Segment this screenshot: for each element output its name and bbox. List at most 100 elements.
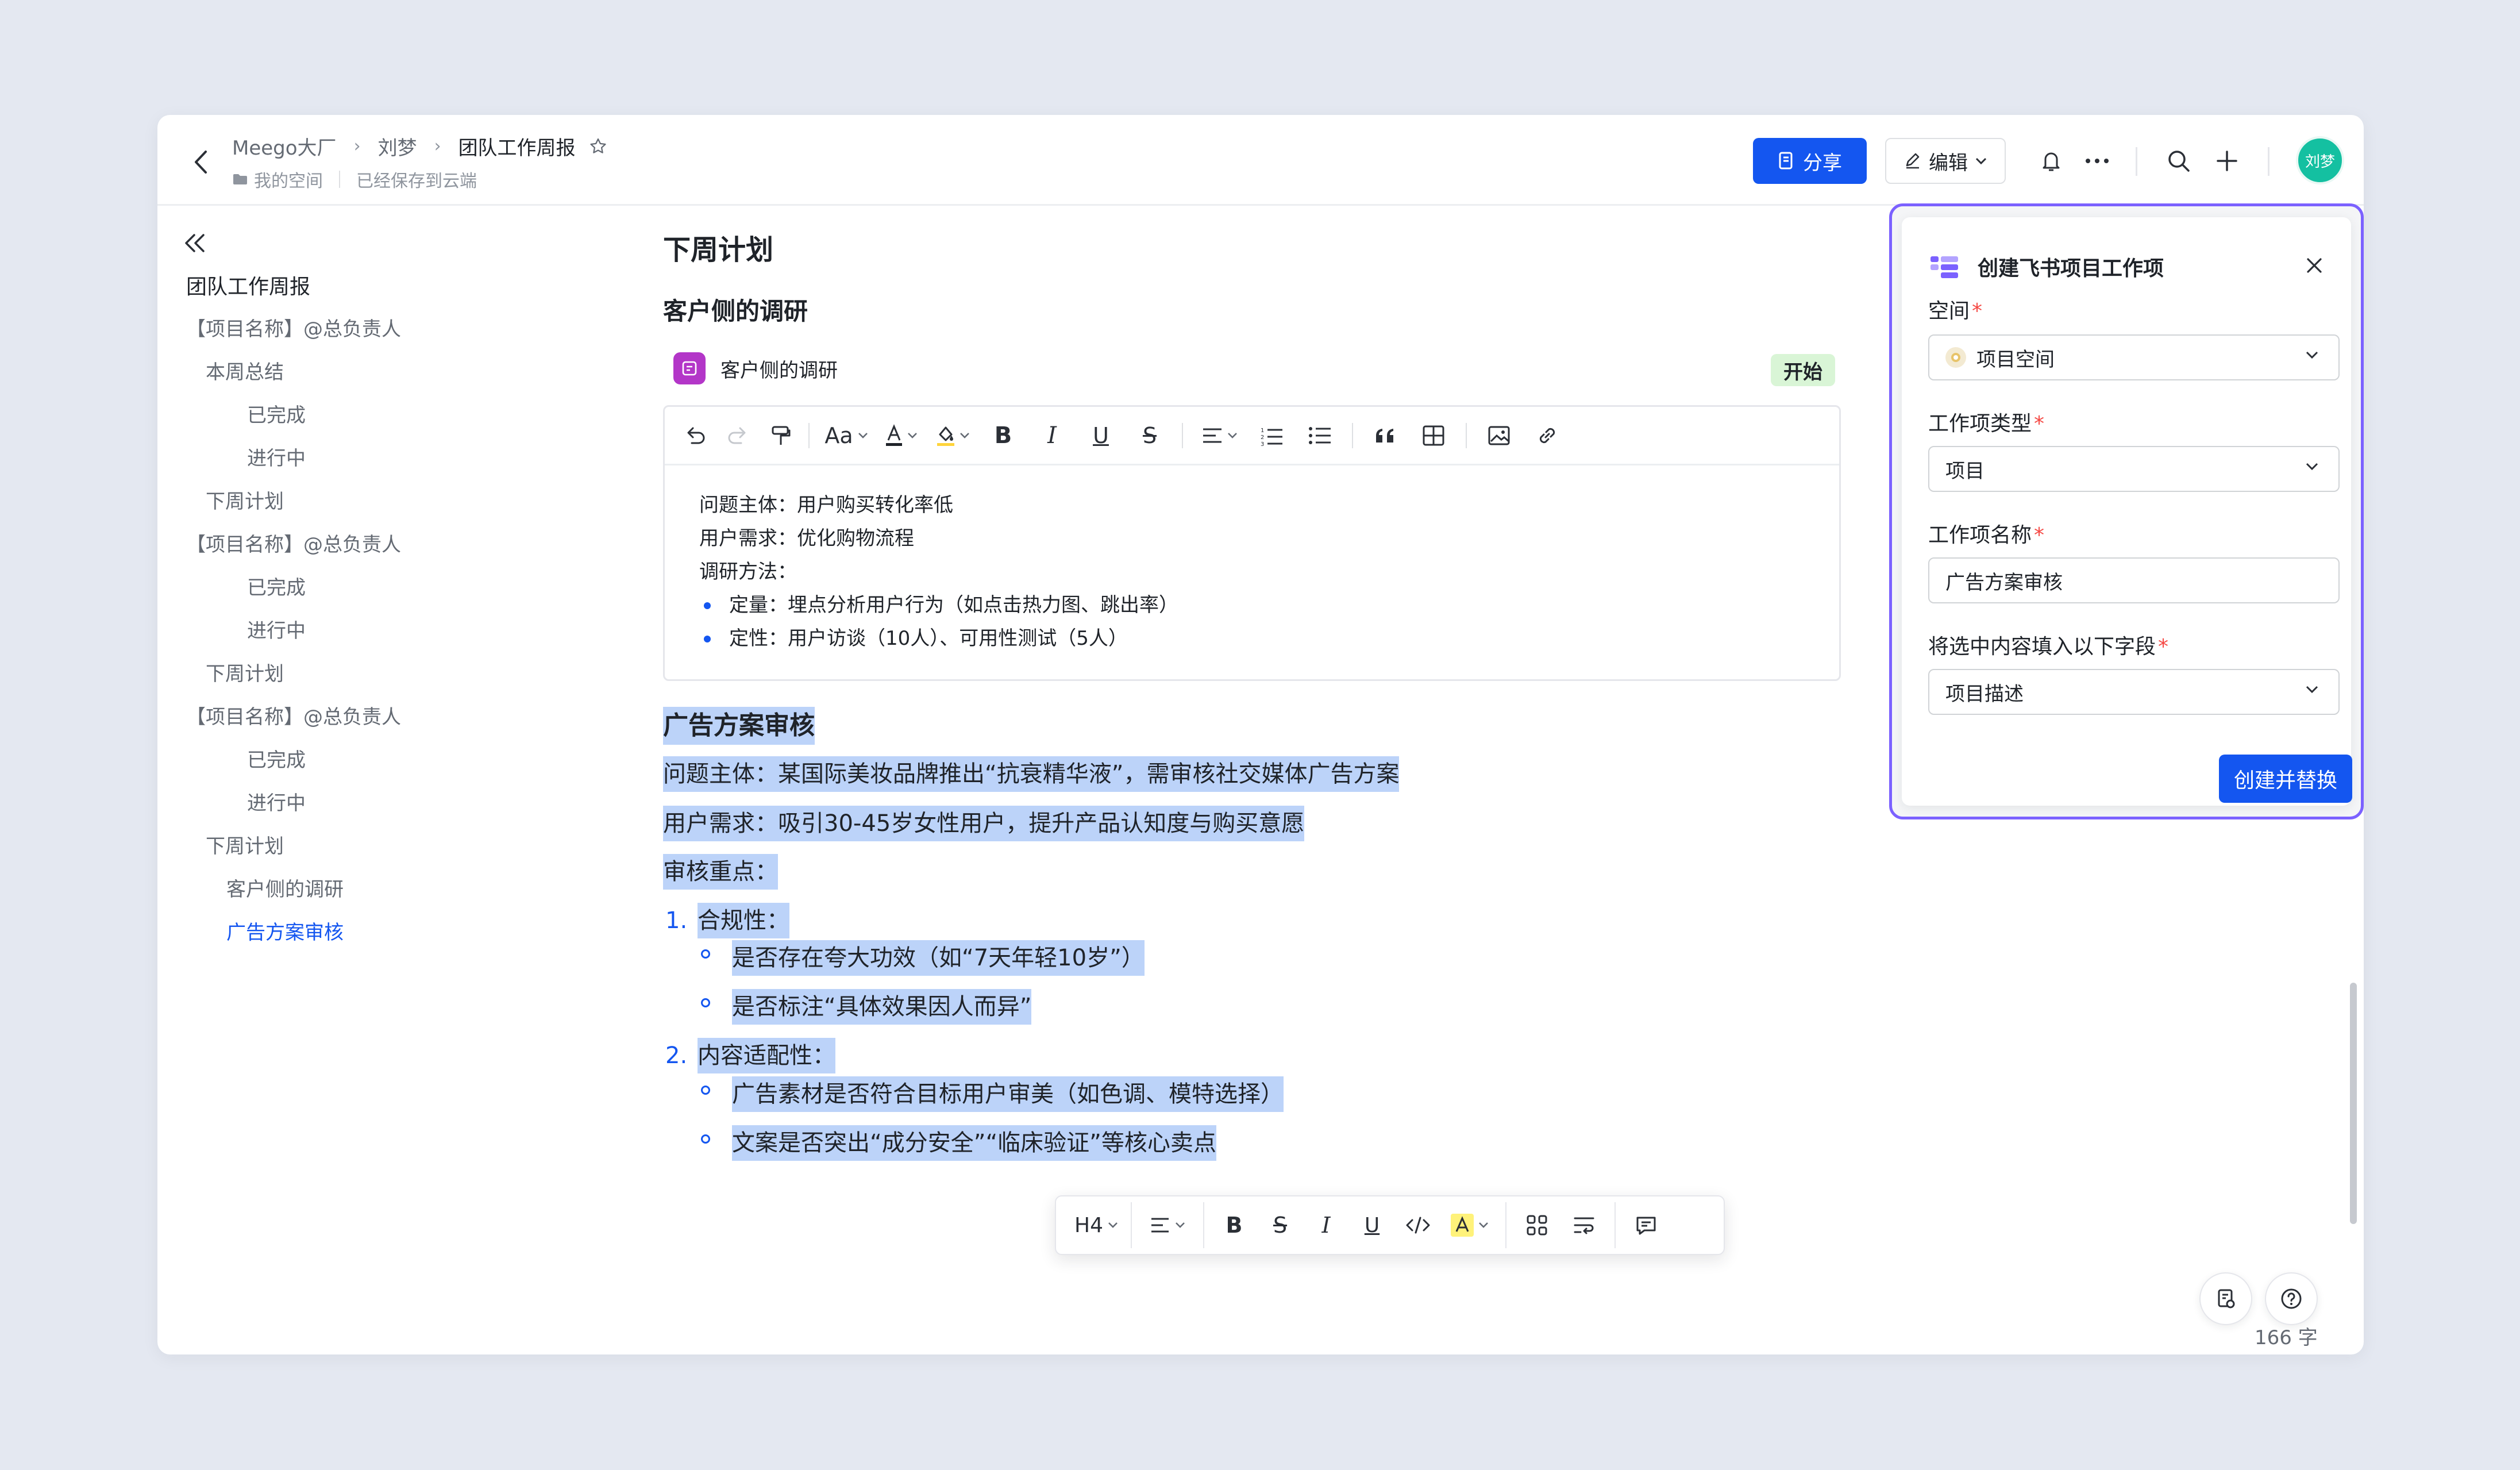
search-icon[interactable]	[2161, 144, 2196, 178]
link-icon[interactable]	[1523, 418, 1571, 453]
outline-item[interactable]: 进行中	[247, 615, 306, 643]
highlight-icon	[937, 426, 954, 446]
star-icon[interactable]	[588, 137, 608, 156]
text-wrap-icon[interactable]	[1560, 1208, 1608, 1242]
italic-icon[interactable]: I	[1303, 1208, 1349, 1242]
list-item[interactable]: 是否存在夸大功效（如“7天年轻10岁”）	[732, 940, 1145, 976]
outline-item[interactable]: 【项目名称】@总负责人	[186, 701, 401, 729]
image-icon[interactable]	[1475, 418, 1523, 453]
chevron-down-icon	[1176, 1222, 1185, 1228]
bold-icon[interactable]: B	[978, 418, 1028, 453]
outline-item[interactable]: 下周计划	[206, 658, 284, 686]
bold-icon[interactable]: B	[1211, 1208, 1257, 1242]
selected-paragraph[interactable]: 用户需求：吸引30-45岁女性用户，提升产品认知度与购买意愿	[663, 806, 1305, 841]
table-icon[interactable]	[1409, 418, 1458, 453]
bullet-list-icon[interactable]	[1296, 418, 1344, 453]
heading-level-label: H4	[1074, 1213, 1103, 1237]
share-label: 分享	[1803, 151, 1842, 175]
work-item-card[interactable]: 客户侧的调研 开始	[673, 351, 1847, 386]
align-dropdown[interactable]	[1191, 418, 1247, 453]
font-size-dropdown[interactable]: Aa	[818, 418, 875, 453]
chevron-down-icon	[908, 432, 917, 438]
heading-dropdown[interactable]: H4	[1069, 1208, 1124, 1242]
outline-item[interactable]: 下周计划	[206, 830, 284, 859]
outline-item[interactable]: 已完成	[247, 572, 306, 600]
selected-paragraph[interactable]: 问题主体：某国际美妆品牌推出“抗衰精华液”，需审核社交媒体广告方案	[663, 756, 1400, 792]
chevron-down-icon	[858, 432, 868, 438]
highlight-dropdown[interactable]	[1441, 1208, 1498, 1242]
divider	[1615, 1202, 1616, 1248]
create-and-replace-button[interactable]: 创建并替换	[2219, 755, 2352, 803]
ordered-list-icon[interactable]: 123	[1247, 418, 1296, 453]
selected-text: 是否存在夸大功效（如“7天年轻10岁”）	[732, 940, 1145, 976]
required-mark: *	[2034, 412, 2045, 436]
chevron-down-icon	[2306, 686, 2318, 694]
outline-item[interactable]: 团队工作周报	[186, 270, 310, 300]
outline-item[interactable]: 已完成	[247, 744, 306, 772]
type-label: 工作项类型 *	[1928, 407, 2044, 437]
more-icon[interactable]	[2080, 144, 2114, 178]
outline-item[interactable]: 已完成	[247, 399, 306, 428]
scrollbar[interactable]	[2350, 983, 2357, 1224]
doc-copy-icon[interactable]	[2199, 1272, 2252, 1325]
outline-item[interactable]: 进行中	[247, 787, 306, 815]
close-icon[interactable]	[2297, 248, 2332, 283]
comment-icon[interactable]	[1623, 1208, 1670, 1242]
doc-title[interactable]: 团队工作周报	[458, 132, 576, 160]
align-dropdown[interactable]	[1139, 1208, 1196, 1242]
selected-text: 问题主体：某国际美妆品牌推出“抗衰精华液”，需审核社交媒体广告方案	[663, 756, 1400, 792]
target-field-select[interactable]: 项目描述	[1928, 669, 2340, 715]
type-select[interactable]: 项目	[1928, 446, 2340, 492]
editor-content[interactable]: 问题主体：用户购买转化率低 用户需求：优化购物流程 调研方法： 定量：埋点分析用…	[665, 465, 1839, 678]
status-badge[interactable]: 开始	[1771, 354, 1835, 386]
text-color-dropdown[interactable]	[875, 418, 927, 453]
code-icon[interactable]	[1395, 1208, 1441, 1242]
space-link[interactable]: 我的空间	[254, 167, 323, 192]
format-painter-icon[interactable]	[761, 418, 800, 453]
divider	[2268, 147, 2269, 176]
underline-icon[interactable]: U	[1349, 1208, 1395, 1242]
bell-icon[interactable]	[2034, 144, 2068, 178]
selected-text: 审核重点：	[663, 854, 778, 890]
name-input[interactable]: 广告方案审核	[1928, 557, 2340, 603]
help-icon[interactable]	[2265, 1272, 2318, 1325]
outline-item[interactable]: 本周总结	[206, 356, 284, 384]
back-icon[interactable]	[186, 145, 215, 179]
svg-text:1: 1	[1261, 428, 1264, 434]
work-item-icon	[673, 352, 706, 384]
plus-icon[interactable]	[2210, 144, 2244, 178]
list-item[interactable]: 是否标注“具体效果因人而异”	[732, 989, 1032, 1025]
breadcrumb-item[interactable]: Meego大厂	[232, 132, 337, 160]
apps-grid-icon[interactable]	[1513, 1208, 1560, 1242]
list-item[interactable]: 广告素材是否符合目标用户审美（如色调、模特选择）	[732, 1076, 1284, 1112]
highlight-dropdown[interactable]	[927, 418, 978, 453]
space-select[interactable]: 项目空间	[1928, 334, 2340, 380]
redo-icon[interactable]	[713, 418, 761, 453]
strikethrough-icon[interactable]: S	[1126, 418, 1174, 453]
outline-item[interactable]: 进行中	[247, 442, 306, 471]
outline-item[interactable]: 【项目名称】@总负责人	[186, 529, 401, 557]
underline-icon[interactable]: U	[1076, 418, 1126, 453]
share-button[interactable]: 分享	[1753, 138, 1867, 184]
strikethrough-icon[interactable]: S	[1257, 1208, 1303, 1242]
edit-mode-button[interactable]: 编辑	[1885, 138, 2006, 184]
breadcrumb-item[interactable]: 刘梦	[378, 132, 417, 160]
outline-item[interactable]: 客户侧的调研	[226, 873, 344, 902]
avatar[interactable]: 刘梦	[2296, 136, 2344, 184]
italic-icon[interactable]: I	[1028, 418, 1076, 453]
outline-item[interactable]: 下周计划	[206, 486, 284, 514]
selected-paragraph[interactable]: 审核重点：	[663, 854, 778, 890]
work-item-editor[interactable]: Aa B I U S 123 问题主体：用户购买转化率低 用户需求：优化购物流程…	[663, 405, 1841, 681]
selected-heading[interactable]: 广告方案审核	[663, 707, 815, 745]
list-item[interactable]: 内容适配性：	[698, 1038, 835, 1073]
floating-format-bar: H4 B S I U	[1055, 1195, 1725, 1255]
list-item[interactable]: 合规性：	[698, 903, 789, 938]
svg-text:3: 3	[1261, 441, 1264, 446]
outline-item[interactable]: 【项目名称】@总负责人	[186, 313, 401, 341]
list-item[interactable]: 文案是否突出“成分安全”“临床验证”等核心卖点	[732, 1125, 1216, 1161]
outline-item-active[interactable]: 广告方案审核	[226, 917, 344, 945]
create-work-item-panel: 创建飞书项目工作项 空间 * 项目空间 工作项类型 * 项目 工作项名称 * 广告方案…	[1902, 217, 2351, 806]
quote-icon[interactable]	[1361, 418, 1409, 453]
undo-icon[interactable]	[679, 418, 713, 453]
collapse-sidebar-icon[interactable]	[183, 233, 207, 256]
